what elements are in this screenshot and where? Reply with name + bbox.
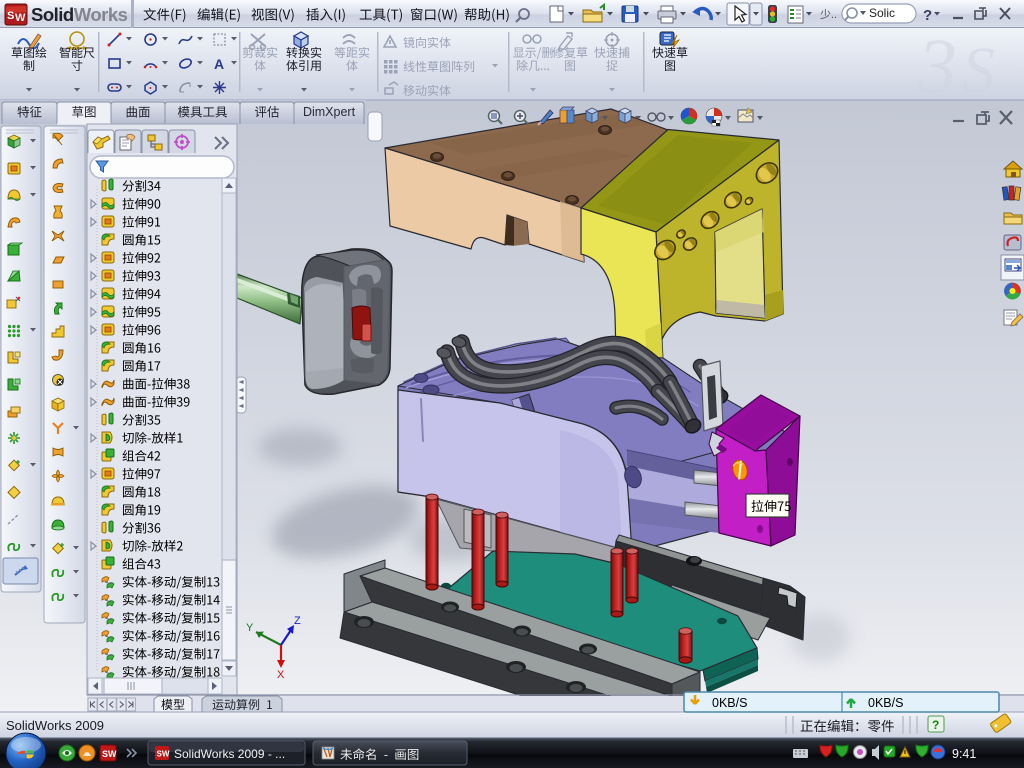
svg-text:Solic: Solic	[869, 6, 895, 20]
svg-text:DimXpert: DimXpert	[303, 105, 356, 119]
svg-text:SW: SW	[102, 749, 117, 759]
svg-text:SolidWorks: SolidWorks	[31, 4, 128, 25]
svg-text:S: S	[7, 10, 14, 22]
svg-text:9:41: 9:41	[952, 747, 976, 761]
svg-text:S: S	[962, 34, 995, 107]
svg-text:X: X	[277, 669, 285, 681]
svg-text:SolidWorks 2009: SolidWorks 2009	[6, 718, 104, 733]
svg-text:A: A	[214, 56, 224, 72]
svg-text:0KB/S: 0KB/S	[868, 696, 903, 710]
svg-text:少..: 少..	[820, 8, 837, 21]
svg-text:W: W	[15, 12, 26, 24]
svg-text:SolidWorks 2009 - ...: SolidWorks 2009 - ...	[174, 747, 285, 761]
svg-text:SW: SW	[157, 750, 170, 759]
svg-text:3: 3	[917, 22, 957, 109]
svg-text:0KB/S: 0KB/S	[712, 696, 747, 710]
svg-text:?: ?	[932, 718, 939, 732]
svg-text:Y: Y	[246, 622, 254, 634]
svg-text:Z: Z	[294, 615, 301, 627]
